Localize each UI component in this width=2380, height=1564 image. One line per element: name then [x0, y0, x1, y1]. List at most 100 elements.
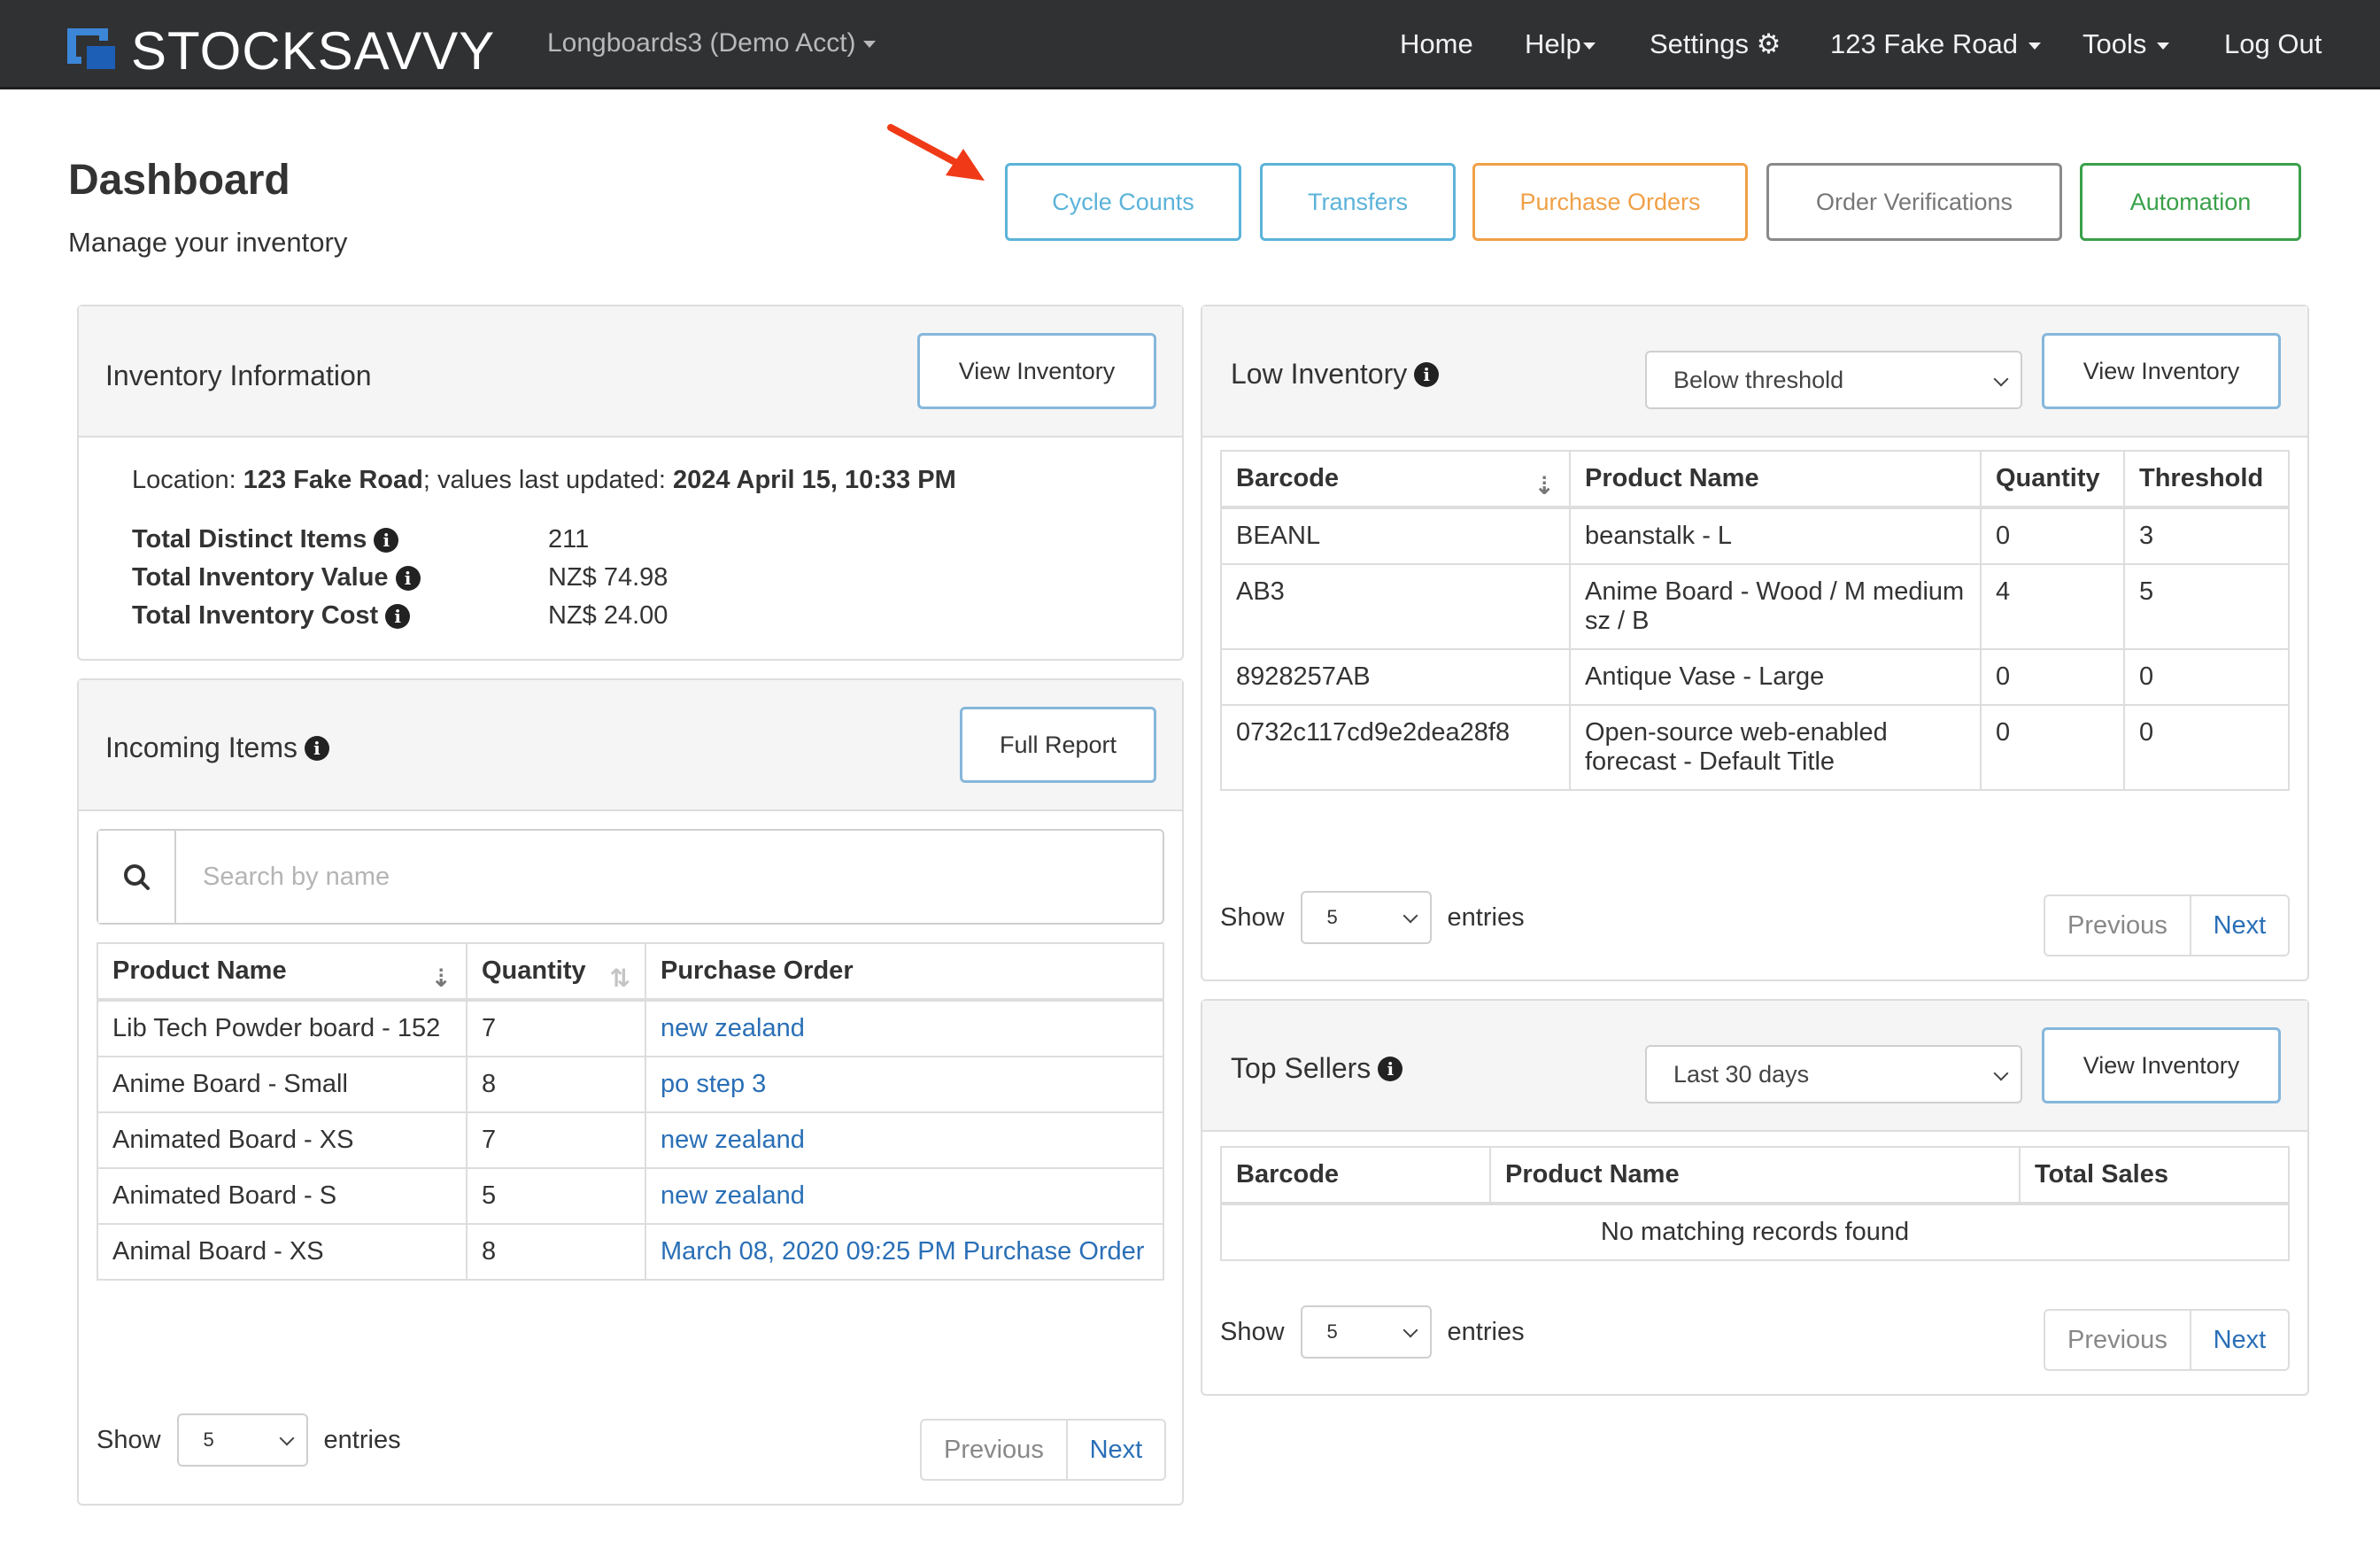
brand[interactable]: STOCKSAVVY: [67, 25, 495, 78]
cell-quantity: 5: [466, 1167, 646, 1225]
full-report-button[interactable]: Full Report: [960, 707, 1156, 783]
table-header-row: Product Name ⇣ Quantity ⇅ Purchase Order: [97, 942, 1164, 1002]
panel-heading: Incoming Items i Full Report: [79, 680, 1182, 811]
pagination: Previous Next: [920, 1419, 1166, 1481]
nav-home[interactable]: Home: [1400, 28, 1473, 60]
previous-button[interactable]: Previous: [2045, 896, 2191, 955]
info-icon[interactable]: i: [304, 735, 329, 761]
nav-tools-label: Tools: [2082, 28, 2147, 59]
page-length-select[interactable]: 5: [176, 1413, 308, 1467]
chevron-down-icon: [1402, 1322, 1418, 1338]
search-input[interactable]: Search by name: [97, 829, 1164, 925]
entries-label: entries: [1447, 902, 1525, 932]
header-label: Barcode: [1236, 464, 1340, 492]
cell-product: Open-source web-enabled forecast - Defau…: [1569, 704, 1982, 791]
top-sellers-period-select[interactable]: Last 30 days: [1645, 1045, 2022, 1103]
panel-title-wrap: Top Sellers i: [1231, 1052, 1403, 1085]
updated-prefix: ; values last updated:: [422, 466, 674, 494]
nav-logout[interactable]: Log Out: [2224, 28, 2322, 60]
purchase-order-link[interactable]: new zealand: [661, 1126, 805, 1154]
info-icon[interactable]: i: [1378, 1056, 1403, 1081]
panel-title: Top Sellers: [1231, 1052, 1372, 1084]
stat-value: NZ$ 74.98: [548, 563, 668, 592]
cell-quantity: 0: [1980, 507, 2125, 565]
purchase-order-link[interactable]: March 08, 2020 09:25 PM Purchase Order: [661, 1237, 1144, 1266]
caret-down-icon: [862, 41, 876, 49]
previous-button[interactable]: Previous: [922, 1421, 1068, 1479]
cell-quantity: 8: [466, 1223, 646, 1281]
next-button[interactable]: Next: [2191, 896, 2288, 955]
previous-button[interactable]: Previous: [2045, 1311, 2191, 1369]
cell-barcode: AB3: [1220, 563, 1571, 650]
table-row: Animated Board - S 5 new zealand: [97, 1167, 1164, 1225]
info-icon[interactable]: i: [1414, 361, 1440, 387]
cell-purchase-order: new zealand: [645, 1111, 1164, 1169]
panel-title-wrap: Low Inventory i: [1231, 358, 1440, 391]
entries-label: entries: [1447, 1317, 1525, 1346]
account-dropdown[interactable]: Longboards3 (Demo Acct): [547, 28, 876, 58]
nav-location-label: 123 Fake Road: [1830, 28, 2018, 59]
view-inventory-button[interactable]: View Inventory: [917, 333, 1156, 409]
page-length-control: Show 5 entries: [1220, 1305, 1525, 1359]
entries-label: entries: [323, 1425, 401, 1454]
navbar: STOCKSAVVY Longboards3 (Demo Acct) Home …: [0, 0, 2380, 89]
caret-down-icon: [2028, 42, 2041, 50]
column-header-product-name[interactable]: Product Name ⇣: [97, 942, 468, 1002]
column-header-total-sales: Total Sales: [2019, 1146, 2290, 1205]
view-inventory-button[interactable]: View Inventory: [2042, 333, 2281, 409]
cell-product: Animated Board - XS: [97, 1111, 468, 1169]
view-inventory-button[interactable]: View Inventory: [2042, 1027, 2281, 1103]
show-label: Show: [97, 1425, 161, 1454]
order-verifications-button[interactable]: Order Verifications: [1766, 163, 2062, 241]
nav-help-label: Help: [1525, 28, 1581, 59]
info-icon[interactable]: i: [395, 565, 421, 591]
automation-button[interactable]: Automation: [2080, 163, 2301, 241]
cell-quantity: 7: [466, 1111, 646, 1169]
info-icon[interactable]: i: [385, 603, 411, 629]
purchase-order-link[interactable]: new zealand: [661, 1014, 805, 1042]
column-header-quantity[interactable]: Quantity ⇅: [466, 942, 646, 1002]
table-row: Anime Board - Small 8 po step 3: [97, 1056, 1164, 1113]
nav-settings-label: Settings: [1650, 28, 1750, 59]
panel-heading: Top Sellers i Last 30 days View Inventory: [1202, 1001, 2307, 1132]
panel-title: Inventory Information: [105, 360, 372, 391]
table-row: Lib Tech Powder board - 152 7 new zealan…: [97, 999, 1164, 1057]
transfers-button[interactable]: Transfers: [1260, 163, 1456, 241]
top-sellers-table: Barcode Product Name Total Sales No matc…: [1220, 1146, 2290, 1261]
column-header-barcode: Barcode: [1220, 1146, 1491, 1205]
purchase-order-link[interactable]: new zealand: [661, 1181, 805, 1210]
table-row: 0732c117cd9e2dea28f8 Open-source web-ena…: [1220, 704, 2290, 791]
page-length-select[interactable]: 5: [1300, 1305, 1432, 1359]
show-label: Show: [1220, 902, 1285, 932]
column-header-threshold: Threshold: [2123, 450, 2290, 509]
purchase-order-link[interactable]: po step 3: [661, 1070, 766, 1098]
cell-threshold: 0: [2123, 704, 2290, 791]
account-label: Longboards3 (Demo Acct): [547, 28, 856, 58]
nav-help[interactable]: Help: [1525, 28, 1596, 60]
search-addon: [98, 831, 176, 923]
next-button[interactable]: Next: [1068, 1421, 1164, 1479]
stat-row: Total Inventory Cost i NZ$ 24.00: [132, 597, 668, 635]
nav-tools[interactable]: Tools: [2082, 28, 2170, 60]
header-label: Product Name: [112, 956, 287, 985]
cell-threshold: 3: [2123, 507, 2290, 565]
cycle-counts-button[interactable]: Cycle Counts: [1005, 163, 1241, 241]
nav-settings[interactable]: Settings ⚙: [1650, 28, 1781, 60]
cell-product: Animated Board - S: [97, 1167, 468, 1225]
cell-product: Lib Tech Powder board - 152: [97, 999, 468, 1057]
table-row: No matching records found: [1220, 1203, 2290, 1261]
nav-location-dropdown[interactable]: 123 Fake Road: [1830, 28, 2041, 60]
table-row: Animated Board - XS 7 new zealand: [97, 1111, 1164, 1169]
cell-barcode: 0732c117cd9e2dea28f8: [1220, 704, 1571, 791]
pagination: Previous Next: [2044, 1309, 2290, 1371]
page-length-select[interactable]: 5: [1300, 891, 1432, 944]
next-button[interactable]: Next: [2191, 1311, 2288, 1369]
cell-threshold: 5: [2123, 563, 2290, 650]
info-icon[interactable]: i: [374, 527, 399, 553]
purchase-orders-button[interactable]: Purchase Orders: [1472, 163, 1748, 241]
table-row: 8928257AB Antique Vase - Large 0 0: [1220, 648, 2290, 706]
column-header-barcode[interactable]: Barcode ⇣: [1220, 450, 1571, 509]
low-inventory-filter-select[interactable]: Below threshold: [1645, 351, 2022, 409]
sort-icon: ⇅: [609, 964, 630, 992]
cell-quantity: 0: [1980, 704, 2125, 791]
